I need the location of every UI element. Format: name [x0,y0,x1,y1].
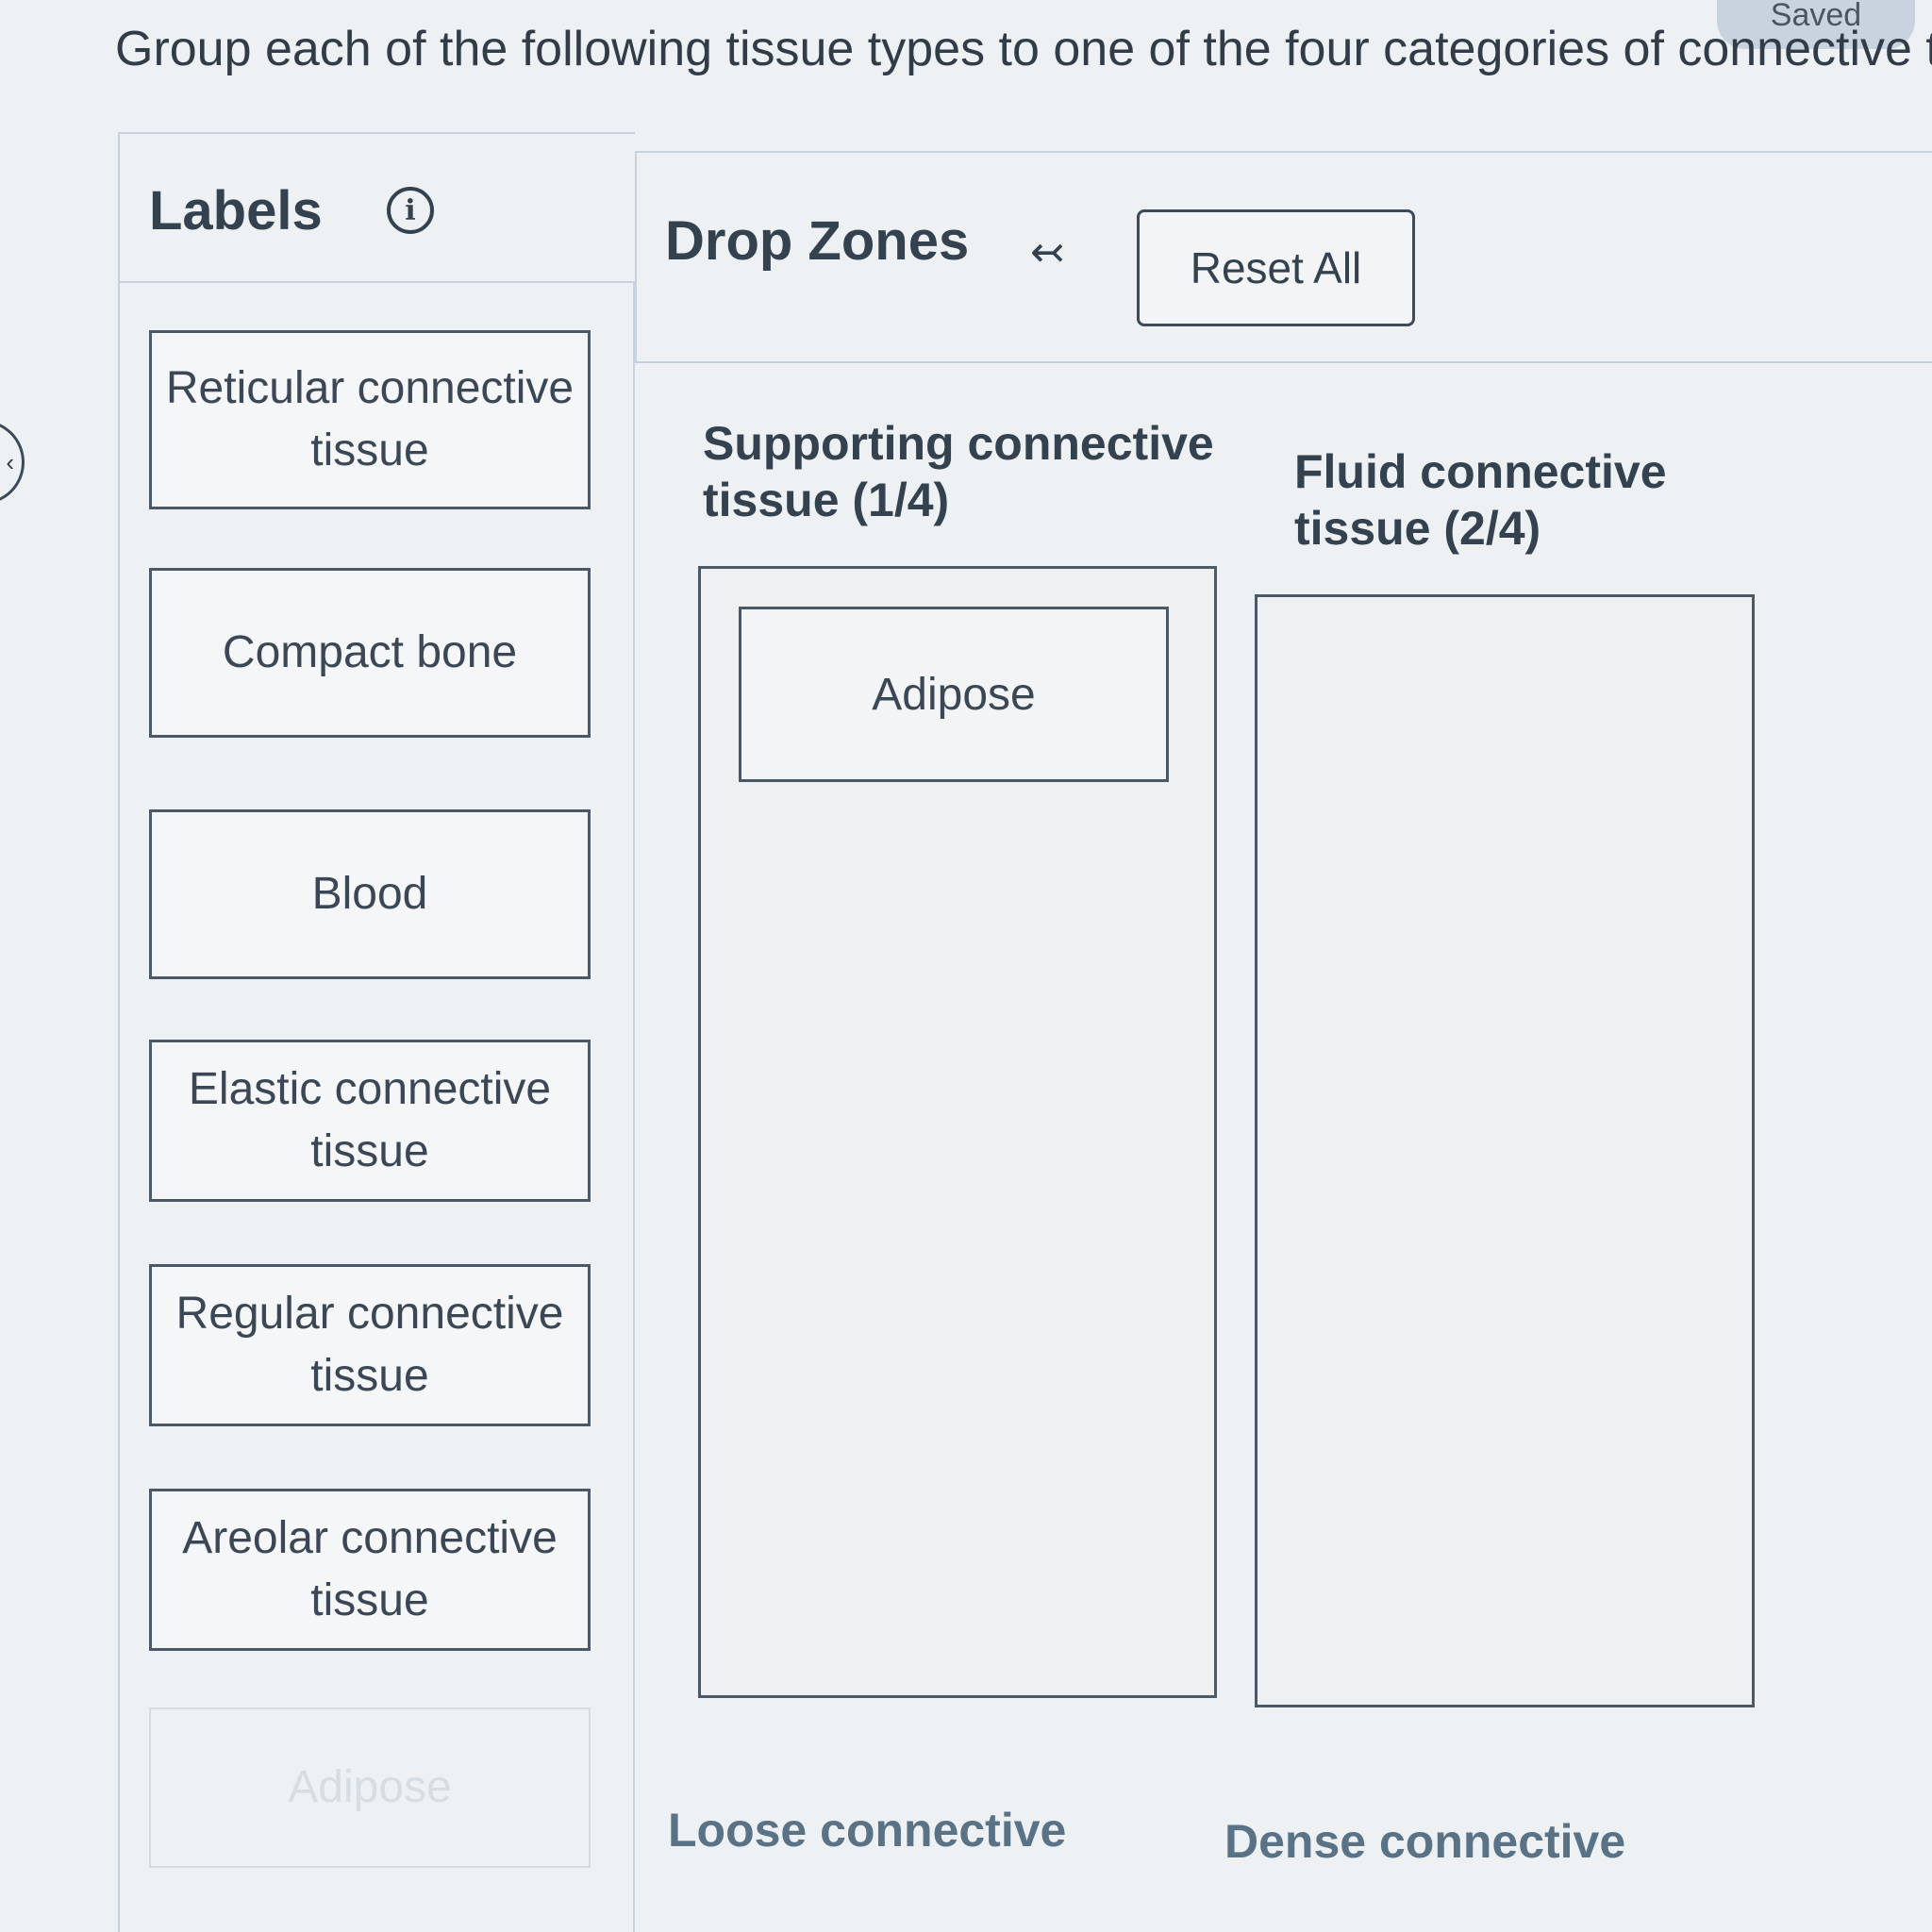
placed-card-adipose[interactable]: Adipose [739,607,1169,782]
zone-title-fluid: Fluid connective tissue (2/4) [1294,445,1667,555]
label-card-elastic[interactable]: Elastic connective tissue [149,1040,591,1202]
reset-all-button[interactable]: Reset All [1137,209,1415,326]
zone-title-loose: Loose connective tissue (3/4) [668,1804,1067,1864]
label-card-compact-bone[interactable]: Compact bone [149,568,591,738]
zone-title-dense: Dense connective tissue (4/4) [1224,1815,1626,1875]
undo-icon[interactable]: ↢ [1030,232,1077,274]
labels-title: Labels [149,180,323,242]
label-card-regular[interactable]: Regular connective tissue [149,1264,591,1426]
label-text: Areolar connective tissue [182,1513,558,1625]
label-card-adipose-placeholder: Adipose [149,1707,591,1868]
info-icon[interactable]: i [387,187,434,234]
label-text: Compact bone [222,627,518,677]
placed-card-text: Adipose [872,669,1036,720]
side-navigation-tab[interactable]: ‹ [0,420,25,505]
drop-zone-fluid[interactable] [1255,594,1755,1707]
label-card-reticular[interactable]: Reticular connective tissue [149,330,591,509]
drop-zones-title: Drop Zones [665,210,970,272]
label-text: Adipose [288,1762,452,1812]
instructions-text: Group each of the following tissue types… [115,22,1932,76]
drop-zone-supporting[interactable]: Adipose [698,566,1217,1698]
label-text: Blood [311,869,428,919]
label-text: Regular connective tissue [175,1289,564,1401]
label-text: Elastic connective tissue [188,1064,552,1176]
label-card-areolar[interactable]: Areolar connective tissue [149,1489,591,1651]
zone-title-supporting: Supporting connective tissue (1/4) [703,417,1214,526]
label-card-blood[interactable]: Blood [149,809,591,979]
label-text: Reticular connective tissue [165,363,575,475]
